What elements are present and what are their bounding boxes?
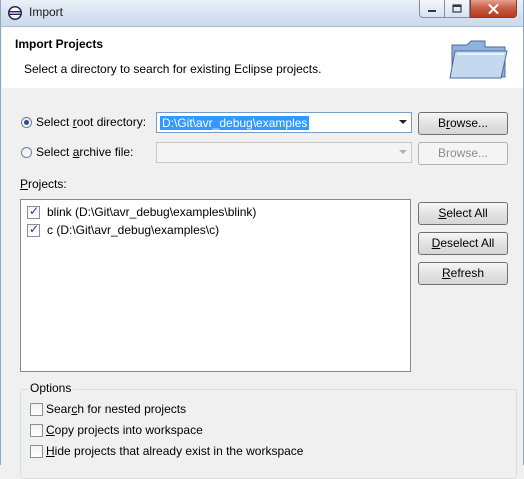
hide-existing-label-accel: H bbox=[46, 444, 55, 458]
import-dialog: Import Import Projects Select a director… bbox=[0, 0, 524, 479]
hide-existing-label[interactable]: Hide projects that already exist in the … bbox=[46, 444, 303, 458]
wizard-header: Import Projects Select a directory to se… bbox=[2, 27, 523, 88]
archive-file-label-post: rchive file: bbox=[79, 145, 134, 159]
search-nested-label[interactable]: Search for nested projects bbox=[46, 402, 186, 416]
select-all-button[interactable]: Select All bbox=[418, 202, 508, 225]
root-directory-label-post: oot directory: bbox=[76, 115, 147, 129]
window-title: Import bbox=[29, 5, 64, 19]
root-directory-label-pre: Select bbox=[36, 115, 73, 129]
archive-file-radio[interactable] bbox=[21, 147, 32, 158]
chevron-down-icon[interactable] bbox=[399, 120, 407, 124]
browse-archive-button[interactable]: Browse... bbox=[418, 142, 508, 165]
archive-file-label[interactable]: Select archive file: bbox=[36, 145, 133, 159]
projects-label-accel: P bbox=[20, 177, 29, 191]
hide-existing-checkbox[interactable] bbox=[30, 445, 43, 458]
project-checkbox[interactable] bbox=[27, 222, 40, 237]
folder-icon bbox=[449, 40, 508, 79]
root-directory-combo[interactable]: D:\Git\avr_debug\examples bbox=[156, 112, 412, 133]
copy-projects-label[interactable]: Copy projects into workspace bbox=[46, 423, 203, 437]
browse-directory-label-pre: B bbox=[437, 116, 446, 130]
projects-label: Projects: bbox=[20, 177, 67, 191]
hide-existing-label-post: ide projects that already exist in the w… bbox=[54, 444, 304, 458]
archive-file-label-pre: Select bbox=[36, 145, 73, 159]
options-group-title: Options bbox=[28, 381, 74, 395]
root-directory-value[interactable]: D:\Git\avr_debug\examples bbox=[160, 116, 310, 130]
copy-projects-label-post: opy projects into workspace bbox=[54, 423, 203, 437]
browse-directory-label-post: owse... bbox=[450, 116, 489, 130]
eclipse-icon bbox=[8, 6, 22, 20]
copy-projects-label-accel: C bbox=[46, 423, 55, 437]
page-description: Select a directory to search for existin… bbox=[24, 62, 322, 76]
maximize-button[interactable] bbox=[444, 0, 470, 18]
refresh-label-post: efresh bbox=[450, 266, 485, 280]
browse-directory-button[interactable]: Browse... bbox=[418, 112, 508, 135]
projects-label-post: rojects: bbox=[28, 177, 67, 191]
chevron-down-icon[interactable] bbox=[399, 150, 407, 154]
archive-file-combo[interactable] bbox=[156, 142, 412, 163]
root-directory-label[interactable]: Select root directory: bbox=[36, 115, 146, 129]
header-separator bbox=[2, 87, 523, 88]
search-nested-label-pre: Sear bbox=[46, 402, 72, 416]
deselect-all-button[interactable]: Deselect All bbox=[418, 232, 508, 255]
search-nested-label-post: h for nested projects bbox=[77, 402, 187, 416]
close-icon bbox=[488, 3, 499, 14]
refresh-button[interactable]: Refresh bbox=[418, 262, 508, 285]
minimize-button[interactable] bbox=[419, 0, 445, 18]
copy-projects-checkbox[interactable] bbox=[30, 424, 43, 437]
deselect-all-accel: D bbox=[431, 236, 441, 250]
select-all-label-post: elect All bbox=[446, 206, 488, 220]
maximize-icon bbox=[452, 4, 462, 13]
search-nested-checkbox[interactable] bbox=[30, 403, 43, 416]
projects-list[interactable]: blink (D:\Git\avr_debug\examples\blink) … bbox=[20, 199, 411, 372]
page-title: Import Projects bbox=[15, 37, 104, 51]
root-directory-radio[interactable] bbox=[21, 117, 32, 128]
deselect-all-label-post: eselect All bbox=[440, 236, 495, 250]
project-checkbox[interactable] bbox=[27, 204, 40, 219]
project-label[interactable]: c (D:\Git\avr_debug\examples\c) bbox=[47, 223, 219, 237]
project-label[interactable]: blink (D:\Git\avr_debug\examples\blink) bbox=[47, 205, 256, 219]
minimize-icon bbox=[428, 9, 436, 12]
refresh-accel: R bbox=[441, 266, 451, 280]
title-bar[interactable]: Import bbox=[1, 0, 523, 27]
close-button[interactable] bbox=[470, 0, 517, 18]
